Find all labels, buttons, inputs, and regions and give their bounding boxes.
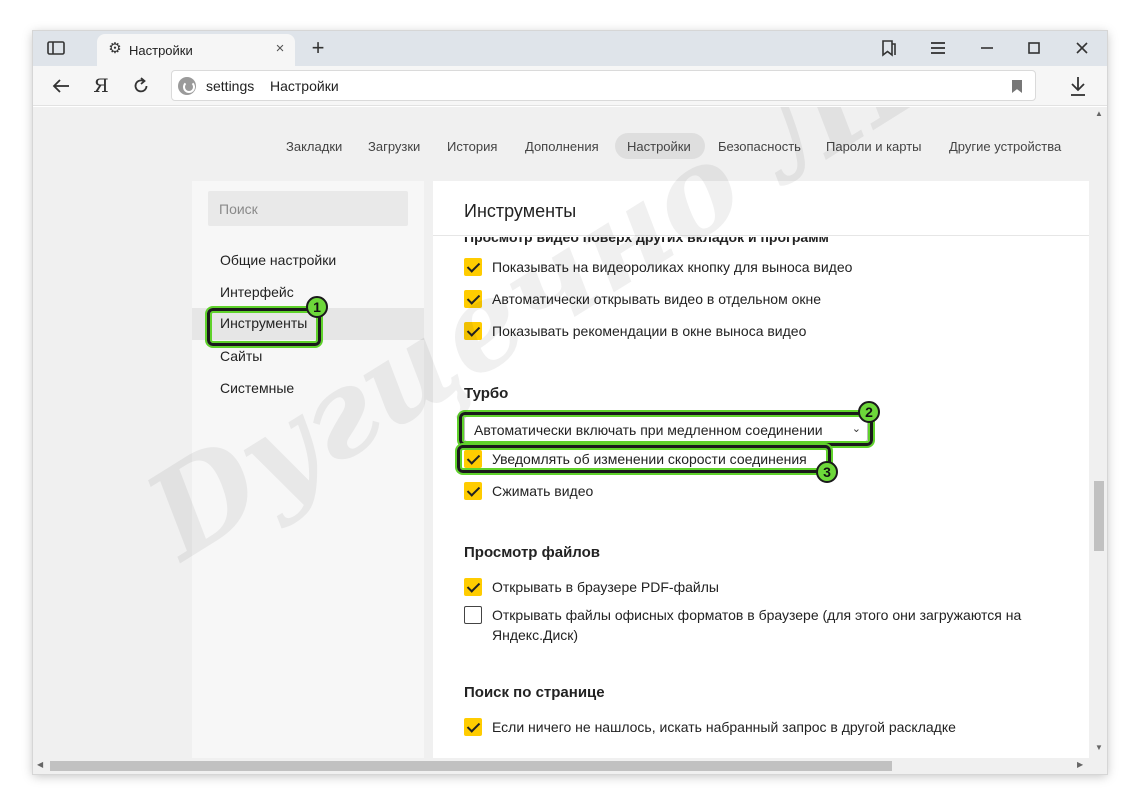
nav-security[interactable]: Безопасность <box>718 139 801 154</box>
sidebar-item-label: Интерфейс <box>220 284 294 300</box>
scroll-down-icon[interactable]: ▼ <box>1095 743 1103 752</box>
highlight-notify-option <box>457 445 831 473</box>
search-placeholder: Поиск <box>219 201 258 217</box>
horizontal-scroll-thumb[interactable] <box>50 761 892 771</box>
files-section-title: Просмотр файлов <box>464 544 601 561</box>
scroll-up-icon[interactable]: ▲ <box>1095 109 1103 118</box>
menu-icon[interactable] <box>926 37 950 59</box>
close-icon[interactable]: × <box>271 40 289 58</box>
checkbox-checked[interactable] <box>464 718 482 736</box>
checkbox-checked[interactable] <box>464 482 482 500</box>
browser-window: ⚙ Настройки × + Я settings Настройки Зак… <box>33 31 1107 774</box>
horizontal-scrollbar[interactable]: ◀ ▶ <box>33 758 1091 774</box>
page-search-section-title: Поиск по странице <box>464 684 605 701</box>
callout-badge-1: 1 <box>306 296 328 318</box>
option-label: Автоматически открывать видео в отдельно… <box>492 291 822 307</box>
scroll-left-icon[interactable]: ◀ <box>37 760 43 769</box>
address-bar[interactable]: settings Настройки <box>171 70 1036 101</box>
sidebar-item-general[interactable]: Общие настройки <box>192 245 424 277</box>
site-info-icon[interactable] <box>178 77 196 95</box>
sidebar-item-label: Системные <box>220 380 295 396</box>
option-label: Если ничего не нашлось, искать набранный… <box>492 719 956 735</box>
search-input[interactable]: Поиск <box>208 191 408 226</box>
highlight-tools-item <box>207 308 321 346</box>
download-icon[interactable] <box>1066 74 1090 98</box>
bookmarks-panel-icon[interactable] <box>877 37 901 59</box>
nav-extensions[interactable]: Дополнения <box>525 139 599 154</box>
nav-settings[interactable]: Настройки <box>627 139 691 154</box>
video-section-title: Просмотр видео поверх других вкладок и п… <box>464 229 829 245</box>
plus-icon[interactable]: + <box>307 37 329 59</box>
option-label: Открывать файлы офисных форматов в брауз… <box>492 607 1022 643</box>
checkbox-checked[interactable] <box>464 290 482 308</box>
minimize-icon[interactable] <box>975 37 999 59</box>
settings-sidebar: Поиск Общие настройки Интерфейс Инструме… <box>192 181 424 761</box>
maximize-icon[interactable] <box>1022 37 1046 59</box>
yandex-logo-icon[interactable]: Я <box>89 74 113 98</box>
option-label: Открывать в браузере PDF-файлы <box>492 579 719 595</box>
checkbox-unchecked[interactable] <box>464 606 482 624</box>
nav-passwords[interactable]: Пароли и карты <box>826 139 922 154</box>
nav-history[interactable]: История <box>447 139 497 154</box>
nav-downloads[interactable]: Загрузки <box>368 139 420 154</box>
nav-other-devices[interactable]: Другие устройства <box>949 139 1061 154</box>
address-toolbar: Я settings Настройки <box>33 66 1107 106</box>
divider <box>433 235 1089 236</box>
tabs-panel-icon[interactable] <box>47 40 65 56</box>
url-page-title: Настройки <box>270 78 339 94</box>
settings-page: Закладки Загрузки История Дополнения Нас… <box>33 107 1107 774</box>
reload-icon[interactable] <box>129 74 153 98</box>
vertical-scroll-thumb[interactable] <box>1094 481 1104 551</box>
option-label: Сжимать видео <box>492 483 594 499</box>
sidebar-item-label: Общие настройки <box>220 252 337 268</box>
nav-bookmarks[interactable]: Закладки <box>286 139 342 154</box>
checkbox-checked[interactable] <box>464 578 482 596</box>
settings-main-panel: Просмотр видео поверх других вкладок и п… <box>433 181 1089 774</box>
vertical-scrollbar[interactable]: ▲ ▼ <box>1091 107 1107 758</box>
tab-settings[interactable]: ⚙ Настройки × <box>97 34 295 66</box>
sidebar-item-label: Сайты <box>220 348 263 364</box>
url-domain: settings <box>206 78 255 94</box>
settings-top-nav: Закладки Загрузки История Дополнения Нас… <box>33 133 1091 161</box>
callout-badge-3: 3 <box>816 461 838 483</box>
checkbox-checked[interactable] <box>464 258 482 276</box>
page-title: Инструменты <box>464 201 577 221</box>
tab-bar: ⚙ Настройки × + <box>33 31 1107 66</box>
scroll-right-icon[interactable]: ▶ <box>1077 760 1083 769</box>
close-window-icon[interactable] <box>1070 37 1094 59</box>
tab-title: Настройки <box>129 43 193 58</box>
sidebar-item-system[interactable]: Системные <box>192 373 424 405</box>
option-label: Показывать рекомендации в окне выноса ви… <box>492 323 807 339</box>
turbo-section-title: Турбо <box>464 385 509 402</box>
callout-badge-2: 2 <box>858 401 880 423</box>
bookmark-flag-icon[interactable] <box>1012 80 1022 93</box>
checkbox-checked[interactable] <box>464 322 482 340</box>
highlight-turbo-select <box>459 412 873 446</box>
gear-icon: ⚙ <box>108 40 122 57</box>
option-label: Показывать на видеороликах кнопку для вы… <box>492 259 853 275</box>
back-arrow-icon[interactable] <box>49 74 73 98</box>
